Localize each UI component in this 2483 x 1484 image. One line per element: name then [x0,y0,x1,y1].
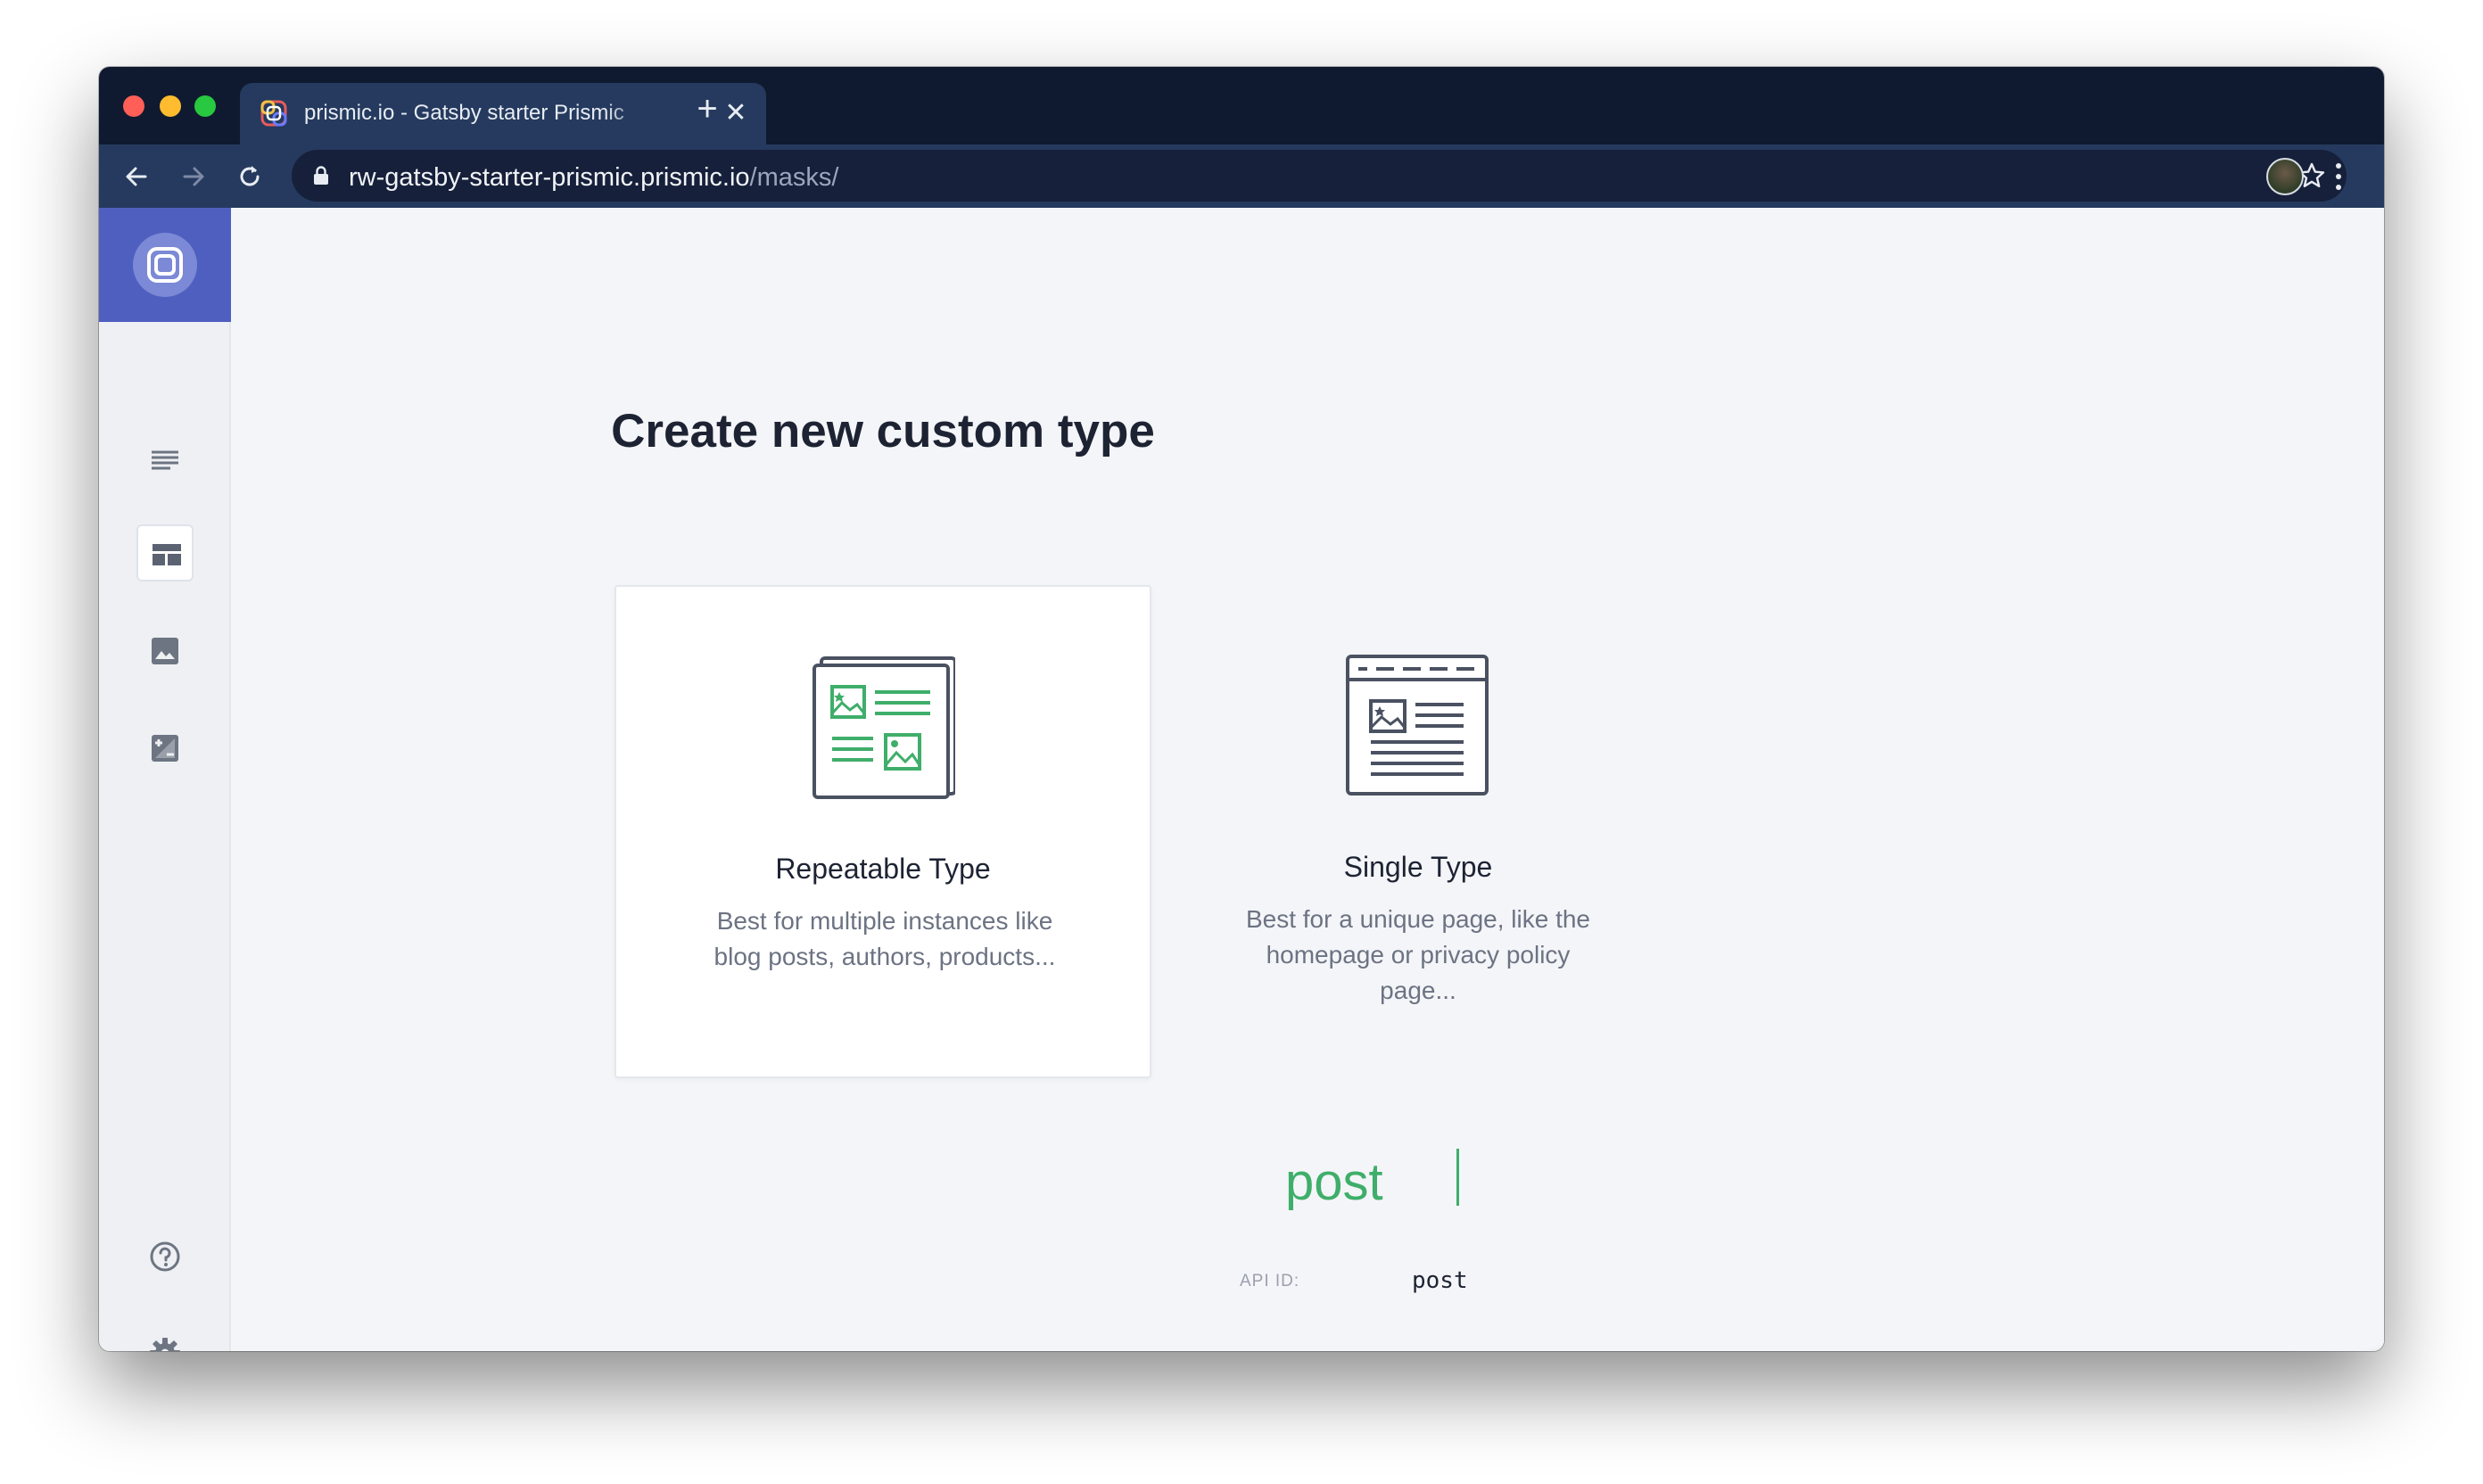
sidebar-item-media[interactable] [136,622,194,680]
url-host: rw-gatsby-starter-prismic.prismic.io [349,163,750,192]
prismic-logo-icon [133,233,197,297]
api-id-label: API ID: [1240,1272,1300,1290]
image-edit-icon [152,735,178,762]
url-text: rw-gatsby-starter-prismic.prismic.io/mas… [349,163,838,193]
title-bar: prismic.io - Gatsby starter Prismic ✕ + [99,67,2384,144]
help-icon [150,1241,180,1272]
single-type-option[interactable]: Single Type Best for a unique page, like… [1150,585,1687,1078]
browser-window: prismic.io - Gatsby starter Prismic ✕ + … [99,67,2384,1351]
media-library-icon [152,638,178,664]
sidebar-item-documents[interactable] [136,433,194,490]
browser-toolbar: rw-gatsby-starter-prismic.prismic.io/mas… [99,144,2384,208]
minimize-window-button[interactable] [160,95,181,117]
lock-icon [314,166,328,185]
main-content: Create new custom type Repeatable Type B… [231,208,2384,1351]
documents-icon [152,450,178,470]
page-title: Create new custom type [611,405,1155,458]
custom-types-icon [153,544,181,565]
api-id-value: post [1412,1267,1468,1294]
close-window-button[interactable] [123,95,144,117]
repeatable-type-option[interactable]: Repeatable Type Best for multiple instan… [615,585,1151,1078]
custom-type-name-input[interactable] [1285,1144,1606,1219]
address-bar[interactable]: rw-gatsby-starter-prismic.prismic.io/mas… [292,150,2347,202]
profile-avatar[interactable] [2266,158,2304,195]
forward-arrow-icon[interactable] [179,162,208,191]
support-chat-button[interactable] [2339,1349,2384,1351]
prismic-logo-area[interactable] [99,208,231,322]
sidebar-item-help[interactable] [136,1228,194,1285]
text-caret [1456,1149,1459,1206]
browser-menu-icon[interactable] [2333,161,2344,193]
repeatable-type-title: Repeatable Type [775,853,991,885]
settings-icon [150,1338,180,1351]
app-sidebar [99,208,231,1351]
back-arrow-icon[interactable] [122,162,151,191]
url-path: /masks/ [749,163,839,192]
tab-close-icon[interactable]: ✕ [722,99,750,128]
single-type-title: Single Type [1343,851,1493,883]
zoom-window-button[interactable] [194,95,216,117]
tab-title: prismic.io - Gatsby starter Prismic [304,101,624,125]
repeatable-type-icon [813,656,955,799]
sidebar-item-image-edit[interactable] [136,720,194,777]
prismic-favicon-icon [260,100,287,127]
sidebar-item-custom-types[interactable] [136,524,194,581]
browser-tab[interactable]: prismic.io - Gatsby starter Prismic ✕ [240,83,766,144]
single-type-description: Best for a unique page, like the homepag… [1245,905,1591,1004]
repeatable-type-description: Best for multiple instances like blog po… [714,907,1056,970]
single-type-icon [1346,655,1489,796]
sidebar-item-settings[interactable] [136,1324,194,1351]
reload-icon[interactable] [235,162,264,191]
new-tab-button[interactable]: + [692,91,722,127]
